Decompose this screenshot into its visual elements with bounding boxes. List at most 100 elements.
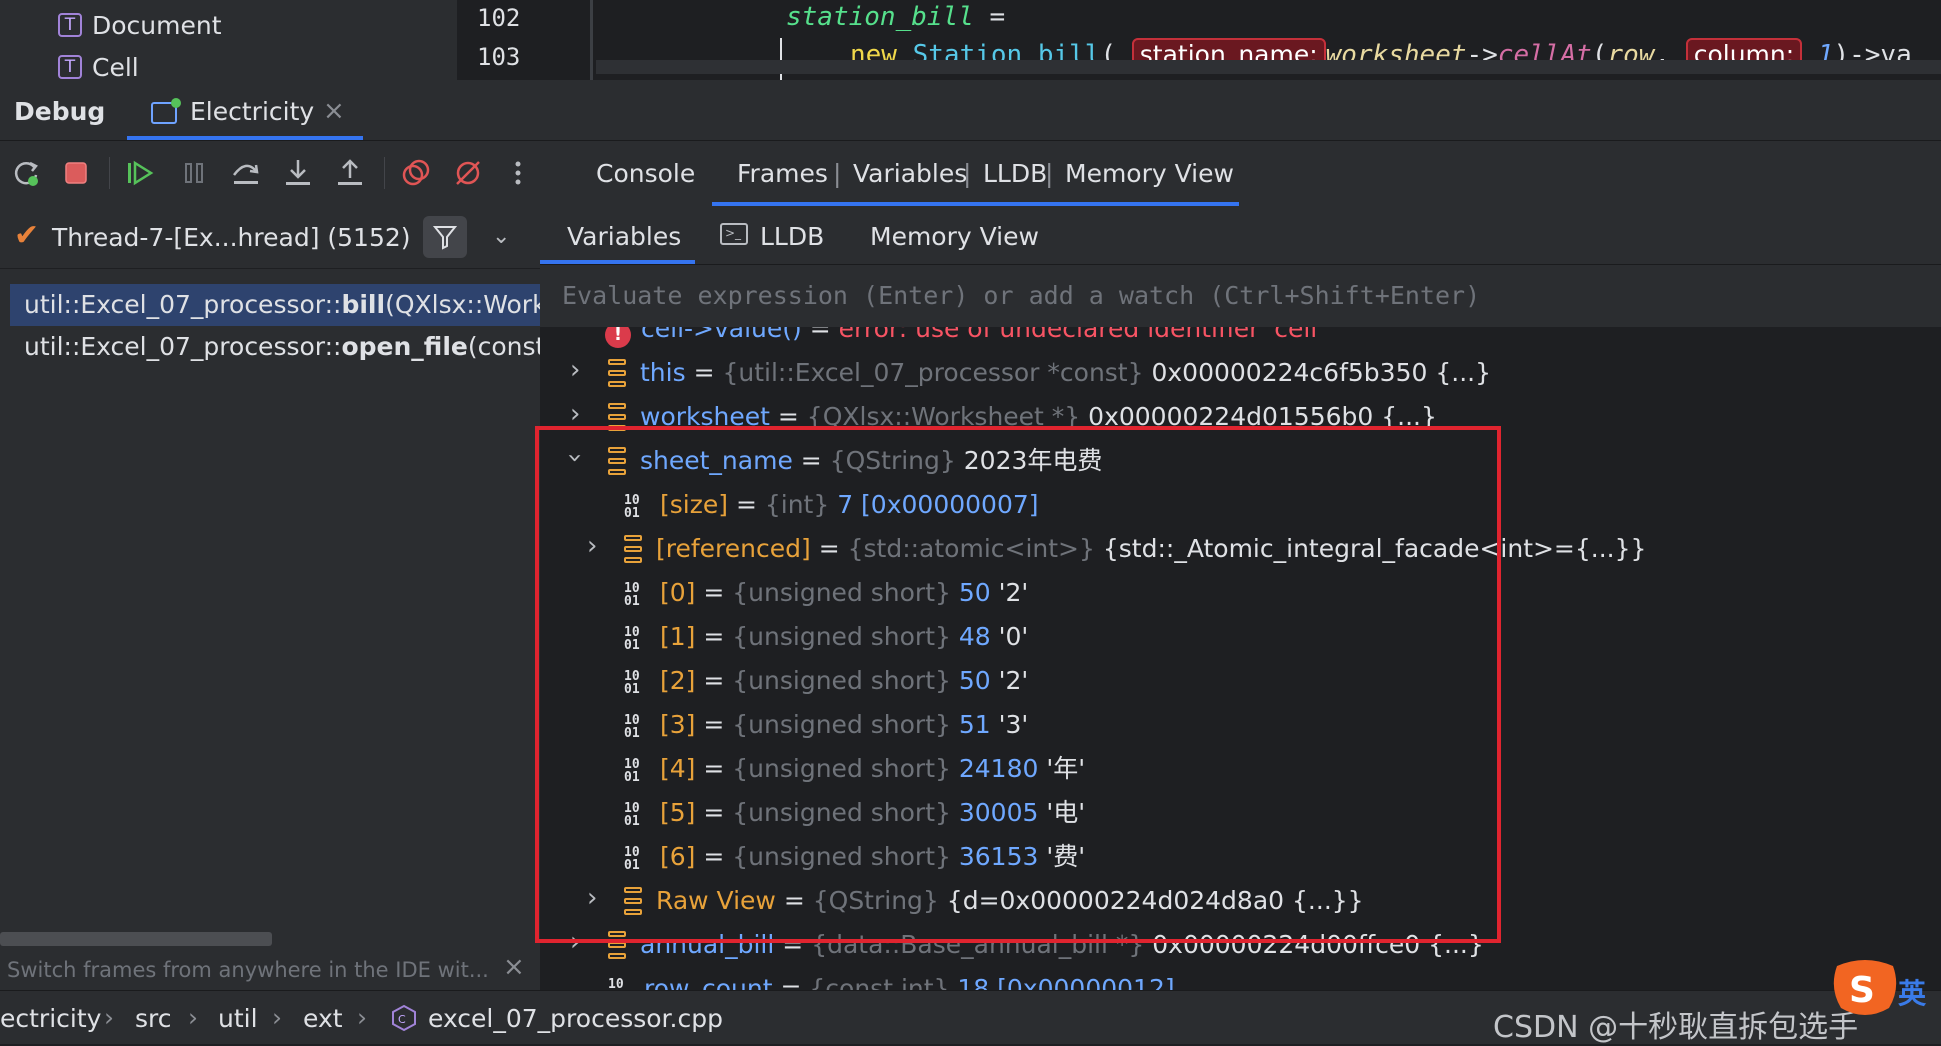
hint-banner: Switch frames from anywhere in the IDE w…	[0, 950, 540, 990]
resume-icon[interactable]	[122, 155, 158, 191]
close-icon[interactable]: ×	[503, 952, 525, 982]
variable-row-row-count[interactable]: 1001 row_count = {const int} 18 [0x000000…	[608, 967, 1175, 990]
line-number: 102	[477, 4, 521, 32]
thread-suspended-icon: ✔	[14, 218, 40, 253]
chevron-right-icon[interactable]: ›	[570, 355, 580, 385]
line-number: 103	[477, 43, 521, 71]
variable-value: 0x00000224c6f5b350	[1151, 358, 1428, 387]
breadcrumb-item[interactable]: ext	[303, 1004, 343, 1033]
filter-icon[interactable]	[423, 216, 467, 258]
variable-value: error: use of undeclared identifier 'cel…	[838, 327, 1325, 343]
class-icon: T	[58, 13, 82, 37]
tab-separator: |	[1045, 159, 1054, 188]
horizontal-scrollbar[interactable]	[0, 932, 272, 946]
tab-variables[interactable]: Variables	[853, 159, 967, 188]
tab-active-underline	[540, 260, 695, 264]
debug-toolbar	[0, 141, 540, 206]
annotation-highlight-box	[535, 426, 1501, 943]
frame-method: open_file	[341, 332, 468, 361]
variable-name: this	[640, 358, 686, 387]
breadcrumb-item[interactable]: util	[218, 1004, 258, 1033]
variable-equals: =	[693, 358, 715, 387]
view-breakpoints-icon[interactable]	[398, 155, 434, 191]
stack-frame[interactable]: util::Excel_07_processor::open_file(cons…	[10, 326, 540, 368]
chevron-right-icon[interactable]: ›	[570, 399, 580, 429]
editor-horizontal-scrollbar[interactable]	[596, 60, 1941, 74]
tab-console[interactable]: Console	[596, 159, 695, 188]
variable-row-this[interactable]: this = {util::Excel_07_processor *const}…	[608, 351, 1491, 395]
breadcrumb-item[interactable]: src	[135, 1004, 172, 1033]
watermark-text: CSDN @十秒耿直拆包选手	[1493, 1010, 1859, 1045]
debug-title: Debug	[14, 97, 106, 126]
toolbar-separator	[384, 157, 385, 189]
debug-tool-window-header: Debug Electricity ×	[0, 80, 1941, 141]
variable-row-error[interactable]: ! cell->value() = error: use of undeclare…	[605, 327, 1324, 351]
stack-frame[interactable]: util::Excel_07_processor::bill(QXlsx::Wo…	[10, 284, 540, 326]
frame-class: util::Excel_07_processor::	[24, 332, 342, 361]
variable-equals: =	[780, 974, 802, 990]
editor-gutter: 102 103	[457, 0, 590, 80]
stop-icon[interactable]	[58, 155, 94, 191]
tab-active-underline	[127, 136, 363, 140]
hint-text: Switch frames from anywhere in the IDE w…	[7, 958, 489, 982]
debugger-tabs: Console Frames | Variables | LLDB | Memo…	[540, 141, 1941, 206]
subtab-memory-view[interactable]: Memory View	[870, 222, 1039, 251]
pause-icon[interactable]	[176, 155, 212, 191]
breadcrumb-item[interactable]: ectricity	[0, 1004, 101, 1033]
close-icon[interactable]: ×	[323, 96, 345, 126]
structure-item-label: Cell	[92, 52, 139, 82]
frames-panel: ✔ Thread-7-[Ex...hread] (5152) ⌄ util::E…	[0, 206, 541, 990]
structure-item-label: Document	[92, 10, 222, 40]
rerun-icon[interactable]	[8, 155, 44, 191]
tab-memory-view[interactable]: Memory View	[1065, 159, 1234, 188]
structure-item-document[interactable]: T Document	[58, 6, 222, 44]
ime-mode-label[interactable]: 英	[1898, 972, 1926, 1012]
code-line-102: station_bill =	[786, 2, 1005, 32]
code-operator: =	[989, 2, 1006, 32]
breadcrumb-separator: ›	[188, 1003, 198, 1032]
variable-type: {const int}	[809, 974, 950, 990]
indent-guide	[590, 0, 593, 80]
tab-lldb[interactable]: LLDB	[983, 159, 1047, 188]
chevron-down-icon[interactable]: ⌄	[492, 224, 510, 249]
step-out-icon[interactable]	[332, 155, 368, 191]
variables-subtabs: Variables >_ LLDB Memory View	[540, 206, 1941, 265]
toolbar-separator	[109, 157, 110, 189]
frame-args: (const	[467, 332, 540, 361]
subtab-variables[interactable]: Variables	[567, 222, 681, 251]
svg-text:S: S	[1849, 970, 1875, 1011]
frame-method: bill	[341, 290, 386, 319]
run-config-tab[interactable]: Electricity ×	[127, 88, 363, 140]
step-into-icon[interactable]	[280, 155, 316, 191]
variable-name: row_count	[644, 974, 773, 990]
variable-ellipsis: {...}	[1435, 358, 1491, 387]
evaluate-expression-bar[interactable]: Evaluate expression (Enter) or add a wat…	[540, 265, 1941, 327]
object-icon	[608, 359, 626, 387]
breadcrumb-separator: ›	[272, 1003, 282, 1032]
class-icon: T	[58, 55, 82, 79]
run-config-tab-label: Electricity	[190, 97, 315, 126]
more-icon[interactable]	[500, 155, 536, 191]
thread-selector[interactable]: ✔ Thread-7-[Ex...hread] (5152) ⌄	[0, 206, 540, 268]
terminal-icon: >_	[720, 223, 748, 245]
step-over-icon[interactable]	[228, 155, 264, 191]
tab-frames[interactable]: Frames	[737, 159, 828, 188]
cpp-file-icon: C	[390, 1004, 418, 1032]
mute-breakpoints-icon[interactable]	[450, 155, 486, 191]
breadcrumb-separator: ›	[104, 1003, 114, 1032]
subtab-lldb[interactable]: LLDB	[760, 222, 824, 251]
svg-text:C: C	[398, 1013, 406, 1026]
divider	[0, 268, 540, 269]
variable-equals: =	[809, 327, 831, 343]
variable-type: {util::Excel_07_processor *const}	[722, 358, 1144, 387]
ime-logo-icon[interactable]: S	[1829, 958, 1901, 1020]
frame-class: util::Excel_07_processor::	[24, 290, 342, 319]
variable-value: 18 [0x00000012]	[957, 974, 1175, 990]
evaluate-expression-input[interactable]: Evaluate expression (Enter) or add a wat…	[562, 281, 1480, 310]
breadcrumb-item[interactable]: excel_07_processor.cpp	[428, 1004, 723, 1033]
frame-args: (QXlsx::Works	[385, 290, 540, 319]
thread-label: Thread-7-[Ex...hread] (5152)	[52, 223, 411, 252]
running-indicator-icon	[171, 98, 181, 108]
tab-separator: |	[833, 159, 842, 188]
tab-separator: |	[963, 159, 972, 188]
